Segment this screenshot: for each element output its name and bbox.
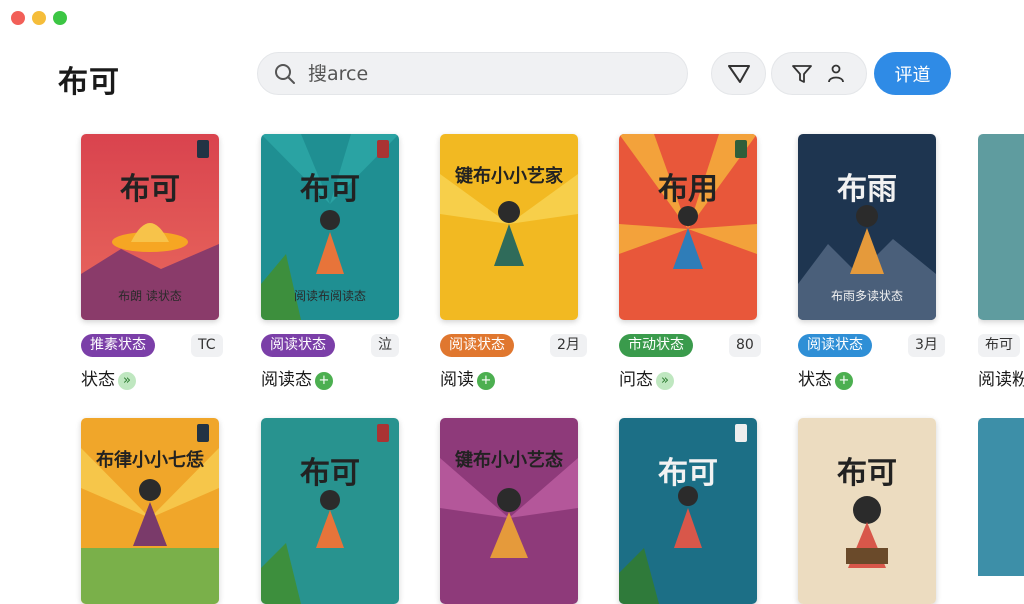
book-card[interactable]: 布可 阅读粉 (978, 134, 1024, 394)
book-cover[interactable]: 布可 (261, 418, 399, 604)
plus-icon[interactable]: + (315, 372, 333, 390)
book-cover[interactable]: 键布小小艺态 (440, 418, 578, 604)
book-cover[interactable]: 布可 (619, 418, 757, 604)
book-card[interactable] (978, 418, 1024, 576)
count-badge: 2月 (550, 334, 587, 357)
book-cover[interactable]: 布律小小七恁 (81, 418, 219, 604)
plus-icon[interactable]: » (656, 372, 674, 390)
count-badge: 泣 (371, 334, 399, 357)
count-badge: 3月 (908, 334, 945, 357)
cover-title: 键布小小艺家 (455, 166, 563, 187)
cover-title: 布可 (658, 456, 718, 491)
cover-subtitle: 布雨多读状态 (830, 289, 903, 303)
book-grid: 布可 布朗 读状态 推素状态 TC 状态» 布可 阅读布阅读态 阅读状态 泣 阅… (0, 0, 1024, 604)
book-label: 状态 + (798, 365, 853, 390)
bookmark-icon (735, 140, 747, 158)
book-label-text: 阅读态 (261, 370, 312, 390)
count-badge: 布可 (978, 334, 1020, 357)
book-cover[interactable]: 布可 阅读布阅读态 (261, 134, 399, 320)
cover-title: 布用 (658, 172, 718, 207)
count-badge: 80 (729, 334, 761, 357)
book-label-text: 状态 (81, 370, 115, 390)
bookmark-icon (377, 140, 389, 158)
book-label-text: 问态 (619, 370, 653, 390)
book-label: 问态» (619, 365, 674, 390)
cover-title: 布可 (300, 172, 360, 207)
book-label: 阅读粉 (978, 370, 1024, 390)
cover-title: 布可 (120, 172, 180, 207)
book-label: 状态» (81, 365, 136, 390)
cover-title: 布雨 (837, 172, 897, 207)
cover-title: 布律小小七恁 (96, 450, 204, 471)
status-badge: 市动状态 (619, 334, 693, 357)
bookmark-icon (377, 424, 389, 442)
book-cover[interactable]: 键布小小艺家 (440, 134, 578, 320)
bookmark-icon (197, 424, 209, 442)
book-cover[interactable]: 布雨 布雨多读状态 (798, 134, 936, 320)
bookmark-icon (735, 424, 747, 442)
status-badge: 阅读状态 (440, 334, 514, 357)
book-label: 阅读 + (440, 365, 495, 390)
bookmark-icon (197, 140, 209, 158)
count-badge: TC (191, 334, 223, 357)
book-cover[interactable]: 布用 (619, 134, 757, 320)
book-label: 阅读态 + (261, 365, 333, 390)
book-cover[interactable] (978, 134, 1024, 320)
book-label-text: 阅读 (440, 370, 474, 390)
cover-subtitle: 布朗 读状态 (118, 289, 182, 303)
cover-title: 布可 (300, 456, 360, 491)
status-badge: 阅读状态 (261, 334, 335, 357)
book-cover[interactable]: 布可 (798, 418, 936, 604)
status-badge: 推素状态 (81, 334, 155, 357)
status-badge: 阅读状态 (798, 334, 872, 357)
book-cover[interactable]: 布可 布朗 读状态 (81, 134, 219, 320)
cover-subtitle: 阅读布阅读态 (293, 289, 366, 303)
plus-icon[interactable]: + (835, 372, 853, 390)
cover-title: 布可 (837, 456, 897, 491)
plus-icon[interactable]: » (118, 372, 136, 390)
book-cover[interactable] (978, 418, 1024, 576)
book-label-text: 状态 (798, 370, 832, 390)
plus-icon[interactable]: + (477, 372, 495, 390)
cover-title: 键布小小艺态 (455, 450, 563, 471)
